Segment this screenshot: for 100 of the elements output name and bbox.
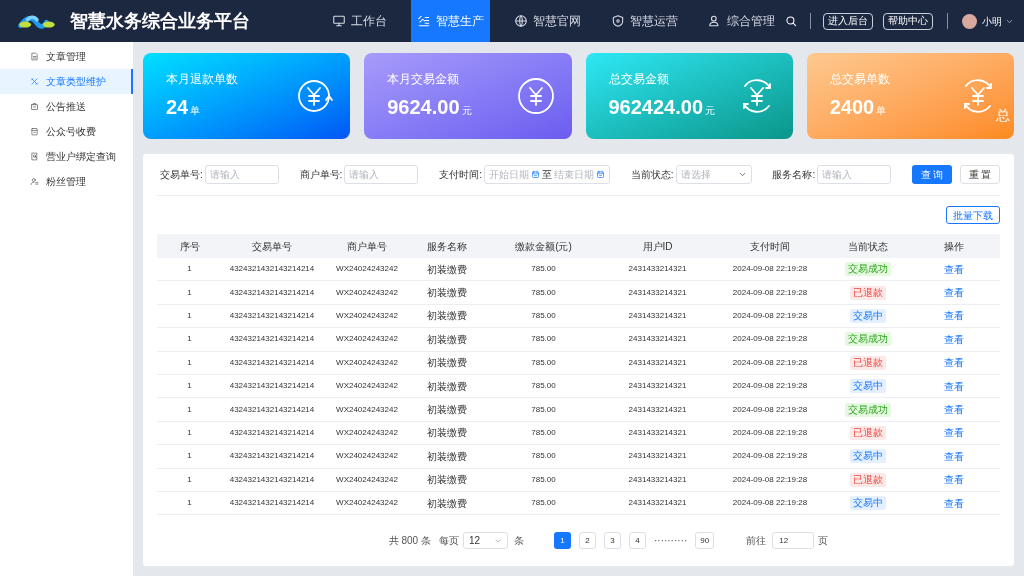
page-button[interactable]: 2 [578,532,596,550]
page-button[interactable]: 90 [695,532,715,550]
status-tag: 已退款 [849,472,886,487]
query-button[interactable]: 查 询 [911,165,952,184]
status-tag: 交易成功 [844,402,891,417]
view-link[interactable]: 查看 [943,355,964,371]
status-tag: 已退款 [849,285,886,300]
user-icon [708,14,722,28]
page-button[interactable]: 3 [603,532,621,550]
table-cell-text: 初装缴费 [426,426,468,441]
table-cell-text: 2024-09-08 22:19:28 [731,356,809,369]
table-cell-text: 2024-09-08 22:19:28 [731,450,809,463]
table-cell-text: 2024-09-08 22:19:28 [731,286,809,299]
table-cell-text: 1 [186,309,193,322]
input-field[interactable]: 请输入 [344,165,419,184]
table-cell-text: 785.00 [530,426,557,439]
per-page-select[interactable]: 12 [462,532,508,550]
table-cell-text: 785.00 [530,333,557,346]
stat-title: 总交易金额 [608,71,670,88]
header-button[interactable]: 帮助中心 [883,12,933,30]
view-link[interactable]: 查看 [943,472,964,488]
table-cell-text: 785.00 [530,309,557,322]
clipboard-icon [30,102,39,111]
sidebar-item[interactable]: 粉丝管理 [0,169,133,194]
page-button[interactable]: 4 [628,532,646,550]
table-cell-text: 1 [186,380,193,393]
calendar-icon [595,170,605,179]
table-cell-text: 2431433214321 [627,286,688,299]
batch-download-button[interactable]: 批量下载 [946,206,1000,224]
table-cell-text: 2024-09-08 22:19:28 [731,473,809,486]
status-tag: 交易中 [849,496,886,511]
table-cell-text: 4324321432143214214 [228,380,316,393]
header-button[interactable]: 进入后台 [823,12,873,30]
column-header: 序号 [178,239,201,254]
table-cell-text: 4324321432143214214 [228,333,316,346]
status-tag: 交易中 [849,379,886,394]
table-cell-text: WX24024243242 [335,356,399,369]
goto-page-field[interactable]: 12 [772,532,815,550]
nav-tab[interactable]: 工作台 [326,0,393,42]
date-range-field[interactable]: 开始日期 至 结束日期 [483,165,610,184]
table-cell-text: 4324321432143214214 [228,356,316,369]
user-name[interactable]: 小明 [982,13,1002,29]
view-link[interactable]: 查看 [943,495,964,511]
nav-tab[interactable]: 智慧运营 [605,0,684,42]
table-cell-text: 2431433214321 [627,263,688,276]
view-link[interactable]: 查看 [943,448,964,464]
sidebar-item[interactable]: 营业户绑定查询 [0,144,133,169]
table-cell-text: 2431433214321 [627,450,688,463]
user-icon [30,177,39,186]
table-cell-text: WX24024243242 [335,450,399,463]
sidebar-item[interactable]: 文章类型维护 [0,69,133,94]
table-cell-text: 2024-09-08 22:19:28 [731,497,809,510]
avatar-icon [962,13,977,29]
input-field[interactable]: 请输入 [204,165,279,184]
page-ellipsis: ·········· [653,534,688,549]
total-count: 共 800 条 [388,534,431,549]
table-cell-text: 785.00 [530,356,557,369]
page-button[interactable]: 1 [553,532,571,550]
table-cell-text: 4324321432143214214 [228,263,316,276]
sidebar-item[interactable]: 公告推送 [0,94,133,119]
table-cell-text: 2431433214321 [627,333,688,346]
table-cell-text: 2431433214321 [627,403,688,416]
per-page-unit: 条 [513,534,524,549]
table-cell-text: 4324321432143214214 [228,403,316,416]
table-cell-text: 初装缴费 [426,262,468,277]
view-link[interactable]: 查看 [943,402,964,418]
total-label: 总 [996,106,1010,125]
stat-unit: 单 [876,104,887,118]
calendar-icon [30,127,39,136]
sidebar-item[interactable]: 公众号收费 [0,119,133,144]
column-header: 交易单号 [251,239,293,254]
sidebar-item[interactable]: 文章管理 [0,44,133,69]
view-link[interactable]: 查看 [943,261,964,277]
table-cell-text: 1 [186,473,193,486]
table-cell-text: 2024-09-08 22:19:28 [731,403,809,416]
per-page-label: 每页 [438,534,459,549]
view-link[interactable]: 查看 [943,331,964,347]
table-cell-text: WX24024243242 [335,380,399,393]
table-cell-text: 2024-09-08 22:19:28 [731,333,809,346]
nav-tab[interactable]: 智慧生产 [411,0,490,42]
view-link[interactable]: 查看 [943,308,964,324]
table-cell-text: WX24024243242 [335,403,399,416]
chevron-down-icon [737,170,747,179]
column-header: 支付时间 [749,239,791,254]
table-cell-text: 2431433214321 [627,356,688,369]
nav-tab[interactable]: 综合管理 [702,0,781,42]
table-cell-text: WX24024243242 [335,497,399,510]
table-cell-text: 1 [186,333,193,346]
reset-button[interactable]: 重 置 [959,165,1000,184]
table-cell-text: 2431433214321 [627,309,688,322]
view-link[interactable]: 查看 [943,378,964,394]
nav-tab[interactable]: 智慧官网 [508,0,587,42]
status-tag: 交易成功 [844,262,891,277]
view-link[interactable]: 查看 [943,425,964,441]
goto-label: 前往 [746,534,767,549]
table-cell-text: 785.00 [530,263,557,276]
view-link[interactable]: 查看 [943,285,964,301]
table-cell-text: 2024-09-08 22:19:28 [731,263,809,276]
table-cell-text: WX24024243242 [335,426,399,439]
input-field[interactable]: 请输入 [817,165,892,184]
